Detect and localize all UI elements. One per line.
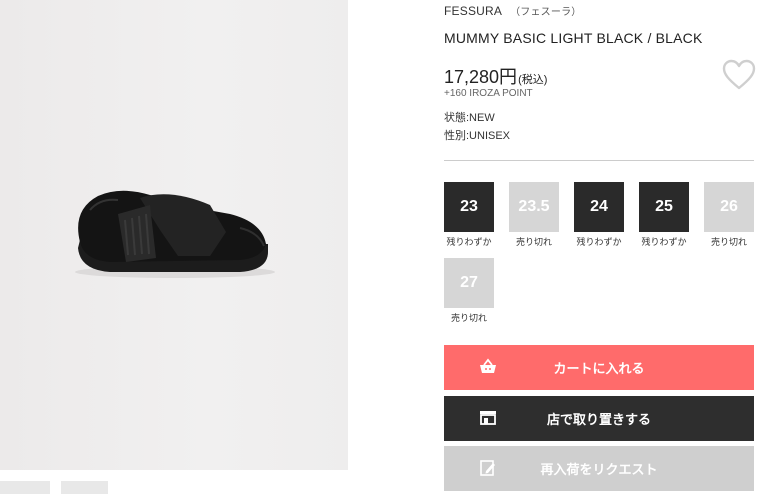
store-reserve-button[interactable]: 店で取り置きする bbox=[444, 396, 754, 441]
stock-status: 残りわずか bbox=[576, 237, 622, 247]
condition: 状態:NEW bbox=[444, 112, 495, 124]
thumbnail[interactable] bbox=[61, 481, 108, 494]
stock-status: 残りわずか bbox=[641, 237, 687, 247]
size-label[interactable]: 26 bbox=[704, 182, 754, 232]
product-image bbox=[0, 0, 348, 470]
favorite-button[interactable] bbox=[722, 59, 756, 91]
store-reserve-label[interactable]: 店で取り置きする bbox=[547, 409, 651, 428]
price-value: 17,280円 bbox=[444, 67, 518, 87]
edit-icon bbox=[480, 460, 495, 476]
product-title: MUMMY BASIC LIGHT BLACK / BLACK bbox=[444, 30, 703, 46]
brand-kana: （フェスーラ） bbox=[510, 7, 582, 18]
stock-status: 売り切れ bbox=[450, 313, 487, 323]
size-label[interactable]: 24 bbox=[574, 182, 624, 232]
price: 17,280円(税込) bbox=[444, 63, 547, 89]
shoe-illustration bbox=[75, 190, 275, 278]
size-option[interactable]: 25 残りわずか bbox=[639, 182, 689, 248]
points: +160 IROZA POINT bbox=[444, 88, 533, 99]
thumbnail[interactable] bbox=[0, 481, 50, 494]
size-label[interactable]: 23.5 bbox=[509, 182, 559, 232]
stock-status: 残りわずか bbox=[446, 237, 492, 247]
tax-note: (税込) bbox=[518, 74, 548, 86]
stock-status: 売り切れ bbox=[515, 237, 552, 247]
size-option[interactable]: 27 売り切れ bbox=[444, 258, 494, 324]
size-label[interactable]: 27 bbox=[444, 258, 494, 308]
add-to-cart-button[interactable]: カートに入れる bbox=[444, 345, 754, 390]
divider bbox=[444, 160, 754, 161]
add-to-cart-label[interactable]: カートに入れる bbox=[553, 358, 644, 377]
store-icon bbox=[480, 411, 496, 425]
brand-label[interactable]: FESSURA bbox=[444, 4, 502, 18]
brand-name[interactable]: FESSURA （フェスーラ） bbox=[444, 3, 581, 18]
gender: 性別:UNISEX bbox=[444, 130, 511, 142]
size-option[interactable]: 23.5 売り切れ bbox=[509, 182, 559, 248]
size-option[interactable]: 23 残りわずか bbox=[444, 182, 494, 248]
size-option[interactable]: 24 残りわずか bbox=[574, 182, 624, 248]
stock-status: 売り切れ bbox=[710, 237, 747, 247]
heart-icon[interactable] bbox=[722, 59, 756, 91]
restock-request-label[interactable]: 再入荷をリクエスト bbox=[540, 459, 657, 478]
basket-icon bbox=[480, 358, 496, 373]
restock-request-button[interactable]: 再入荷をリクエスト bbox=[444, 446, 754, 491]
size-label[interactable]: 23 bbox=[444, 182, 494, 232]
size-label[interactable]: 25 bbox=[639, 182, 689, 232]
size-option[interactable]: 26 売り切れ bbox=[704, 182, 754, 248]
